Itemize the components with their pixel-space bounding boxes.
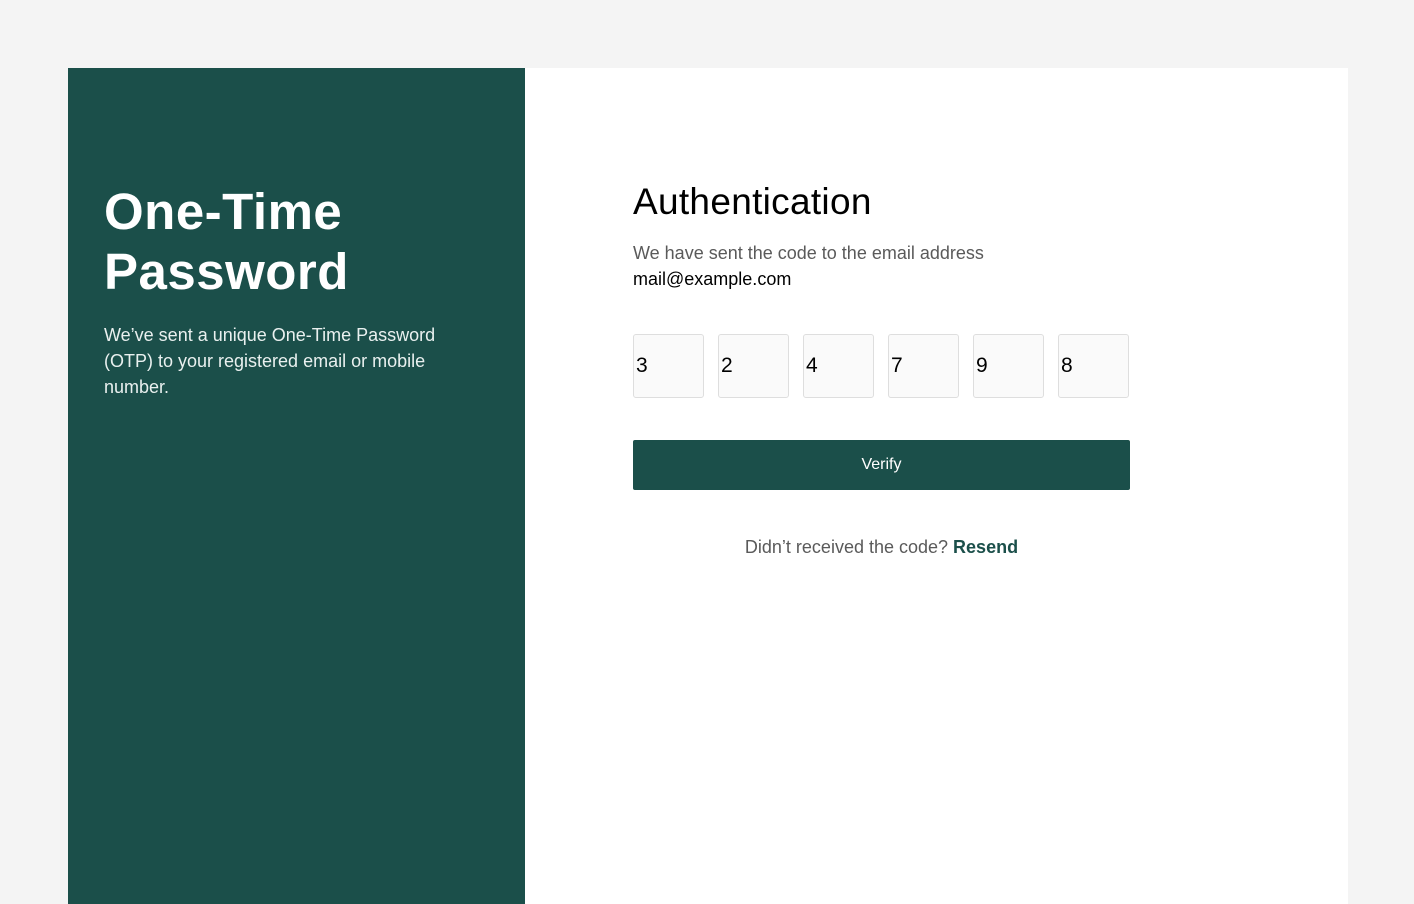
auth-email: mail@example.com	[633, 269, 792, 289]
auth-subtitle: We have sent the code to the email addre…	[633, 240, 1348, 292]
intro-panel: One-Time Password We’ve sent a unique On…	[68, 68, 525, 904]
otp-digit-1[interactable]	[633, 334, 704, 398]
otp-page: One-Time Password We’ve sent a unique On…	[68, 68, 1348, 904]
resend-prompt: Didn’t received the code?	[744, 537, 949, 557]
otp-digit-3[interactable]	[803, 334, 874, 398]
verify-button[interactable]: Verify	[633, 440, 1130, 490]
intro-title-line-2: Password	[104, 243, 349, 300]
otp-digit-5[interactable]	[973, 334, 1044, 398]
intro-description: We’ve sent a unique One-Time Password (O…	[104, 325, 436, 397]
auth-subtitle-text: We have sent the code to the email addre…	[633, 243, 984, 263]
intro-title: One-Time Password	[104, 182, 489, 302]
otp-digit-4[interactable]	[888, 334, 959, 398]
otp-digit-2[interactable]	[718, 334, 789, 398]
resend-row: Didn’t received the code? Resend	[633, 534, 1130, 560]
resend-link[interactable]: Resend	[953, 537, 1018, 557]
otp-digit-6[interactable]	[1058, 334, 1129, 398]
intro-title-line-1: One-Time	[104, 183, 343, 240]
otp-input-group	[633, 334, 1348, 398]
auth-title: Authentication	[633, 181, 872, 222]
authentication-panel: Authentication We have sent the code to …	[525, 68, 1348, 904]
